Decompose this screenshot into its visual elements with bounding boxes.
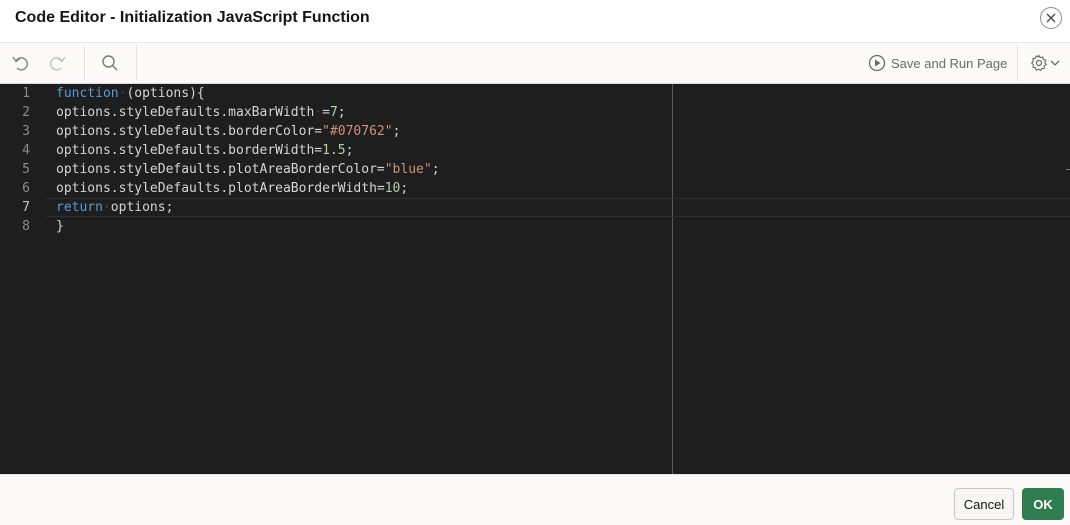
dialog-title: Code Editor - Initialization JavaScript … [15,9,370,26]
line-number: 5 [22,162,30,177]
code-token: 10 [384,181,401,196]
save-and-run-page-button[interactable]: Save and Run Page [868,52,1007,74]
code-token: = [322,105,330,120]
close-icon [1046,13,1056,23]
code-token: ; [345,143,354,158]
search-icon [102,55,118,71]
code-token: options.styleDefaults.plotAreaBorderWidt… [56,181,385,196]
code-token: options.styleDefaults.borderWidth= [56,143,323,158]
code-text: return·options; [56,198,173,217]
code-text: options.styleDefaults.maxBarWidth·=7; [56,103,346,122]
code-line[interactable]: 7 return·options; [0,198,1070,217]
code-token: · [314,105,323,120]
code-token: options; [110,200,174,215]
close-button[interactable] [1040,7,1062,29]
line-number: 3 [22,124,30,139]
undo-icon [12,56,29,71]
undo-button[interactable] [7,50,35,76]
cancel-button[interactable]: Cancel [954,488,1014,520]
line-number: 4 [22,143,30,158]
code-token: ; [337,105,346,120]
code-line[interactable]: 3 options.styleDefaults.borderColor="#070… [0,122,1070,141]
code-line[interactable]: 1 function·(options){ [0,84,1070,103]
code-line[interactable]: 5 options.styleDefaults.plotAreaBorderCol… [0,160,1070,179]
code-text: function·(options){ [56,84,205,103]
code-token: "#070762" [322,124,393,139]
toolbar-divider [84,45,85,81]
code-line[interactable]: 6 options.styleDefaults.plotAreaBorderWid… [0,179,1070,198]
code-token: 1.5 [322,143,346,158]
toolbar-divider [136,45,137,81]
scrollbar[interactable] [1066,169,1070,170]
code-token: function [56,86,119,101]
code-line[interactable]: 8} [0,217,1070,236]
code-text: } [56,217,64,236]
code-token: options.styleDefaults.maxBarWidth [56,105,315,120]
redo-icon [49,56,66,71]
editor-toolbar: Save and Run Page [0,43,1070,84]
code-text: options.styleDefaults.plotAreaBorderWidt… [56,179,408,198]
play-circle-icon [868,54,886,72]
code-editor[interactable]: 1 function·(options){2 options.styleDefaul… [0,84,1070,474]
code-token: 7 [329,105,338,120]
gear-icon [1030,54,1048,72]
ok-button[interactable]: OK [1022,488,1064,520]
settings-menu-button[interactable] [1030,52,1060,74]
line-number: 7 [22,200,30,215]
code-token: return [56,200,103,215]
code-line[interactable]: 2 options.styleDefaults.maxBarWidth·=7; [0,103,1070,122]
toolbar-divider [1017,45,1018,81]
code-token: ; [400,181,409,196]
code-token: "blue" [384,162,432,177]
code-token: } [56,219,64,234]
line-number: 1 [22,86,30,101]
code-token: options.styleDefaults.borderColor= [56,124,323,139]
line-number: 8 [22,219,30,234]
code-token: options.styleDefaults.plotAreaBorderColo… [56,162,385,177]
code-token: · [102,200,111,215]
save-and-run-page-label: Save and Run Page [891,55,1008,71]
code-token: ; [392,124,401,139]
line-number: 6 [22,181,30,196]
code-token: (options){ [126,86,205,101]
line-number: 2 [22,105,30,120]
code-text: options.styleDefaults.plotAreaBorderColo… [56,160,440,179]
dialog-header: Code Editor - Initialization JavaScript … [0,0,1070,43]
dialog-footer: Cancel OK [0,474,1070,525]
chevron-down-icon [1050,60,1060,66]
search-button[interactable] [96,50,124,76]
code-line[interactable]: 4 options.styleDefaults.borderWidth=1.5; [0,141,1070,160]
code-text: options.styleDefaults.borderColor="#0707… [56,122,400,141]
code-text: options.styleDefaults.borderWidth=1.5; [56,141,353,160]
redo-button[interactable] [43,50,71,76]
code-token: ; [431,162,440,177]
